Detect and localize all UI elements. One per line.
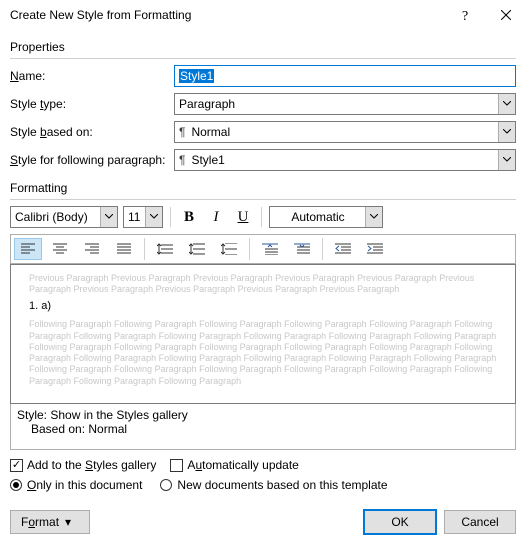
- align-center-button[interactable]: [46, 238, 74, 260]
- radio-icon: [160, 479, 172, 491]
- dialog-title: Create New Style from Formatting: [10, 8, 446, 22]
- format-menu-button[interactable]: Format ▾: [10, 510, 90, 534]
- based-on-combo[interactable]: ¶ Normal: [174, 121, 516, 143]
- name-value: Style1: [179, 69, 214, 83]
- space-after-icon: [294, 243, 310, 255]
- properties-heading: Properties: [10, 40, 516, 54]
- line-spacing-15-button[interactable]: [183, 238, 211, 260]
- style-type-label: Style type:: [10, 97, 174, 111]
- add-to-gallery-checkbox[interactable]: Add to the Styles gallery: [10, 458, 156, 472]
- divider: [10, 199, 516, 200]
- underline-button[interactable]: U: [232, 206, 254, 228]
- checkbox-icon: [170, 459, 183, 472]
- separator: [249, 238, 250, 260]
- align-center-icon: [53, 243, 67, 255]
- decrease-indent-button[interactable]: [329, 238, 357, 260]
- line-spacing-1-button[interactable]: [151, 238, 179, 260]
- bold-button[interactable]: B: [178, 206, 200, 228]
- line-spacing-2-button[interactable]: [215, 238, 243, 260]
- separator: [170, 207, 171, 227]
- preview-sample-text: 1. a): [29, 300, 497, 314]
- following-style-label: Style for following paragraph:: [10, 153, 174, 167]
- italic-button[interactable]: I: [205, 206, 227, 228]
- close-icon: [501, 10, 511, 20]
- align-justify-button[interactable]: [110, 238, 138, 260]
- pilcrow-icon: ¶: [179, 153, 185, 167]
- ok-button[interactable]: OK: [364, 510, 436, 534]
- separator: [261, 207, 262, 227]
- cancel-button[interactable]: Cancel: [444, 510, 516, 534]
- line-spacing-icon: [157, 243, 173, 255]
- style-type-combo[interactable]: Paragraph: [174, 93, 516, 115]
- paragraph-toolbar: [10, 234, 516, 264]
- increase-indent-icon: [367, 243, 383, 255]
- following-style-combo[interactable]: ¶ Style1: [174, 149, 516, 171]
- style-description: Style: Show in the Styles gallery Based …: [10, 404, 516, 450]
- chevron-down-icon: [498, 150, 515, 170]
- help-button[interactable]: ?: [446, 0, 486, 30]
- radio-icon: [10, 479, 22, 491]
- new-documents-label: New documents based on this template: [177, 478, 387, 492]
- preview-following-text: Following Paragraph Following Paragraph …: [29, 319, 497, 387]
- style-type-value: Paragraph: [179, 97, 235, 111]
- pilcrow-icon: ¶: [179, 125, 185, 139]
- font-family-combo[interactable]: Calibri (Body): [10, 206, 118, 228]
- font-color-value: Automatic: [291, 210, 344, 224]
- based-on-label: Style based on:: [10, 125, 174, 139]
- auto-update-checkbox[interactable]: Automatically update: [170, 458, 298, 472]
- font-color-combo[interactable]: Automatic: [269, 206, 383, 228]
- separator: [322, 238, 323, 260]
- align-left-icon: [21, 243, 35, 255]
- font-toolbar: Calibri (Body) 11 B I U Automatic: [10, 206, 516, 228]
- create-style-dialog: Create New Style from Formatting ? Prope…: [0, 0, 526, 539]
- chevron-down-icon: [498, 94, 515, 114]
- menu-arrow-icon: ▾: [65, 515, 71, 529]
- only-this-doc-radio[interactable]: Only in this document: [10, 478, 142, 492]
- following-style-value: Style1: [191, 153, 224, 167]
- chevron-down-icon: [365, 207, 382, 227]
- font-family-value: Calibri (Body): [15, 210, 88, 224]
- chevron-down-icon: [145, 207, 162, 227]
- increase-indent-button[interactable]: [361, 238, 389, 260]
- divider: [10, 58, 516, 59]
- font-size-combo[interactable]: 11: [123, 206, 163, 228]
- line-spacing-icon: [189, 243, 205, 255]
- decrease-indent-icon: [335, 243, 351, 255]
- dialog-footer: Format ▾ OK Cancel: [0, 502, 526, 544]
- name-label: Name:: [10, 69, 174, 83]
- titlebar: Create New Style from Formatting ?: [0, 0, 526, 30]
- chevron-down-icon: [100, 207, 117, 227]
- space-before-increase-button[interactable]: [256, 238, 284, 260]
- preview-previous-text: Previous Paragraph Previous Paragraph Pr…: [29, 273, 497, 296]
- align-justify-icon: [117, 243, 131, 255]
- space-before-icon: [262, 243, 278, 255]
- separator: [144, 238, 145, 260]
- align-left-button[interactable]: [14, 238, 42, 260]
- align-right-button[interactable]: [78, 238, 106, 260]
- preview-panel: Previous Paragraph Previous Paragraph Pr…: [10, 264, 516, 404]
- space-before-decrease-button[interactable]: [288, 238, 316, 260]
- svg-text:?: ?: [462, 9, 468, 22]
- name-input[interactable]: Style1: [174, 65, 516, 87]
- help-icon: ?: [460, 8, 472, 22]
- align-right-icon: [85, 243, 99, 255]
- based-on-value: Normal: [191, 125, 230, 139]
- new-documents-radio[interactable]: New documents based on this template: [160, 478, 387, 492]
- desc-line-2: Based on: Normal: [17, 422, 509, 436]
- desc-line-1: Style: Show in the Styles gallery: [17, 408, 509, 422]
- close-button[interactable]: [486, 0, 526, 30]
- line-spacing-icon: [221, 243, 237, 255]
- checkbox-icon: [10, 459, 23, 472]
- chevron-down-icon: [498, 122, 515, 142]
- font-size-value: 11: [128, 210, 140, 224]
- formatting-heading: Formatting: [10, 181, 516, 195]
